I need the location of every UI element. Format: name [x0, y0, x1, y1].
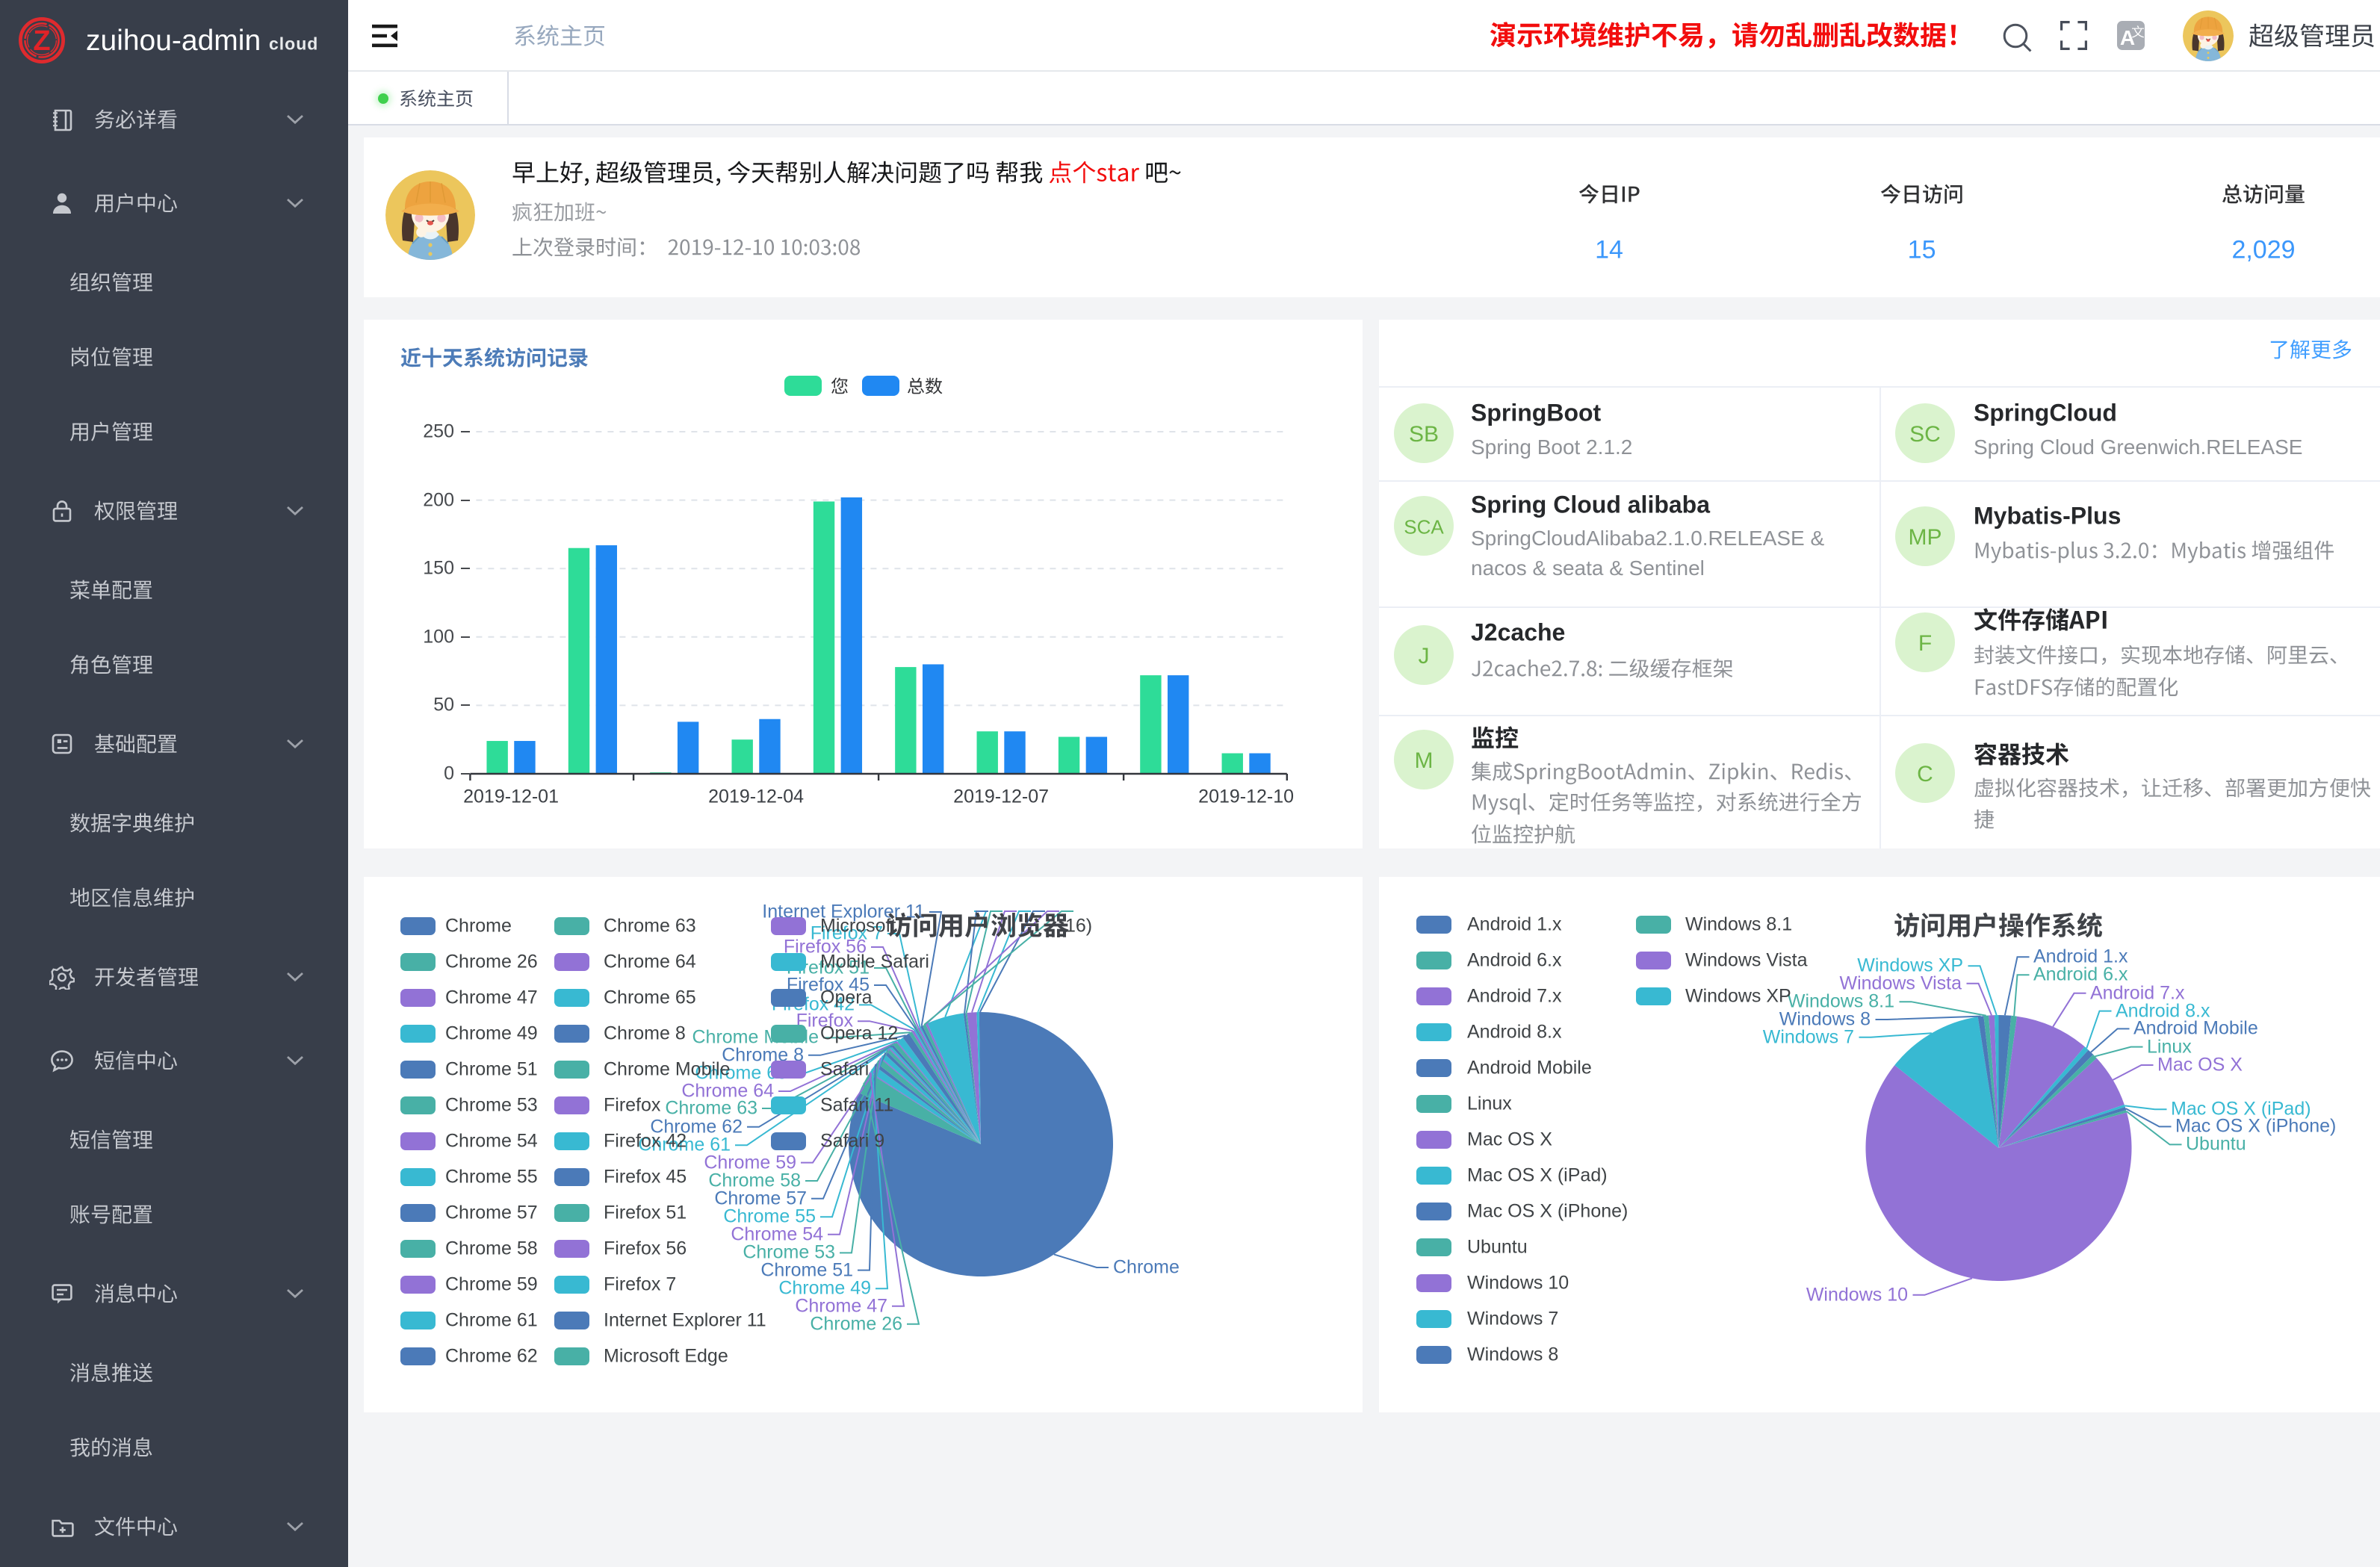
- svg-text:A: A: [2120, 26, 2135, 49]
- svg-text:Z: Z: [33, 25, 50, 57]
